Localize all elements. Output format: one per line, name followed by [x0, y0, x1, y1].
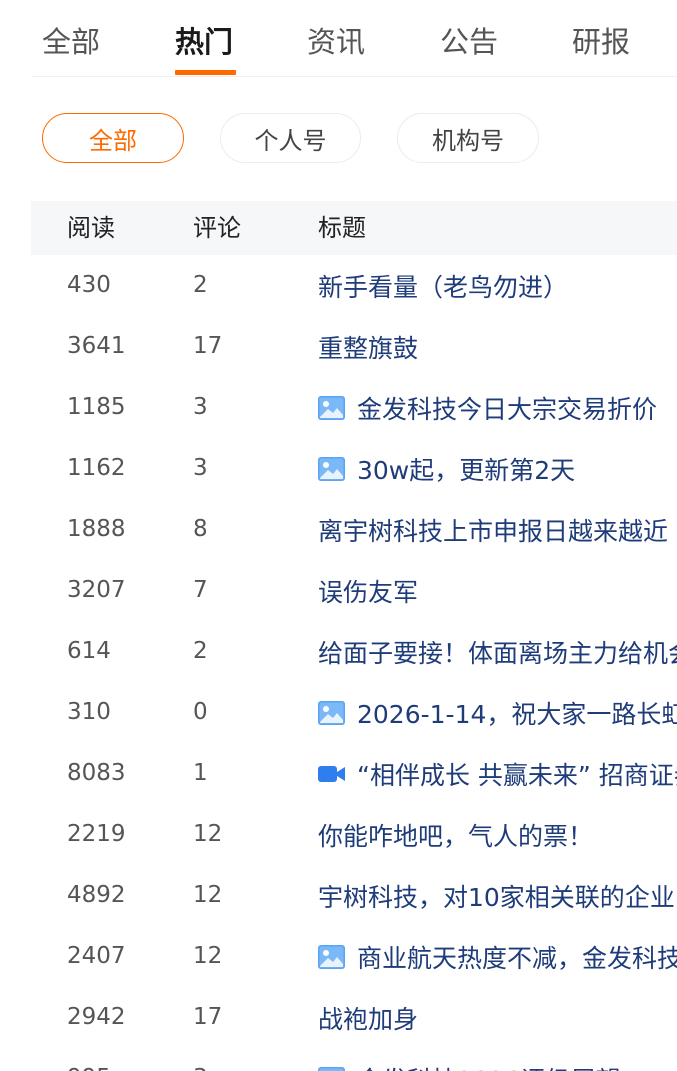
image-icon — [318, 1066, 345, 1071]
read-count: 995 — [67, 1048, 111, 1071]
read-count: 2407 — [67, 943, 126, 969]
tab-news[interactable]: 资讯 — [307, 22, 365, 62]
table-row[interactable]: 3207 7 误伤友军 — [0, 560, 677, 621]
header-title: 标题 — [318, 214, 366, 242]
active-tab-indicator — [175, 70, 236, 75]
post-title: 给面子要接！体面离场主力给机会 — [318, 638, 677, 668]
post-title: 金发科技2026评级展望 — [357, 1061, 621, 1071]
read-count: 1888 — [67, 516, 126, 542]
image-icon — [318, 395, 345, 420]
comment-count: 12 — [193, 821, 223, 847]
filter-personal-button[interactable]: 个人号 — [220, 113, 361, 163]
table-row[interactable]: 8083 1 “相伴成长 共赢未来” 招商证券 — [0, 743, 677, 804]
tab-hot[interactable]: 热门 — [175, 22, 233, 62]
table-row[interactable]: 3641 17 重整旗鼓 — [0, 316, 677, 377]
post-title-link[interactable]: 战袍加身 — [318, 987, 677, 1048]
post-title-link[interactable]: 新手看量（老鸟勿进） — [318, 255, 677, 316]
post-title: 误伤友军 — [318, 577, 419, 607]
image-icon — [318, 944, 345, 969]
video-icon — [318, 762, 345, 786]
comment-count: 3 — [193, 1048, 208, 1071]
table-row[interactable]: 1888 8 离宇树科技上市申报日越来越近 — [0, 499, 677, 560]
header-reads[interactable]: 阅读 — [67, 201, 115, 255]
comment-count: 12 — [193, 882, 223, 908]
comment-count: 0 — [193, 699, 208, 725]
comment-count: 2 — [193, 272, 208, 298]
comment-count: 7 — [193, 577, 208, 603]
table-row[interactable]: 2219 12 你能咋地吧，气人的票！ — [0, 804, 677, 865]
read-count: 310 — [67, 699, 111, 725]
table-row[interactable]: 430 2 新手看量（老鸟勿进） — [0, 255, 677, 316]
post-title: 重整旗鼓 — [318, 333, 419, 363]
hot-posts-page: 全部 热门 资讯 公告 研报 全部 个人号 机构号 阅读 评论 标题 430 2 新… — [0, 0, 677, 1071]
post-title: 宇树科技，对10家相关联的企业 — [318, 882, 675, 912]
post-title-link[interactable]: 宇树科技，对10家相关联的企业 — [318, 865, 677, 926]
post-title-link[interactable]: 给面子要接！体面离场主力给机会 — [318, 621, 677, 682]
table-row[interactable]: 995 3 金发科技2026评级展望 — [0, 1048, 677, 1071]
post-title-link[interactable]: 离宇树科技上市申报日越来越近 — [318, 499, 677, 560]
post-title-link[interactable]: 金发科技2026评级展望 — [318, 1048, 677, 1071]
header-comments[interactable]: 评论 — [193, 201, 241, 255]
table-row[interactable]: 310 0 2026-1-14，祝大家一路长虹 — [0, 682, 677, 743]
comment-count: 3 — [193, 455, 208, 481]
post-title-link[interactable]: “相伴成长 共赢未来” 招商证券 — [318, 743, 677, 804]
post-title: 2026-1-14，祝大家一路长虹 — [357, 699, 677, 729]
tab-announcements[interactable]: 公告 — [440, 22, 498, 62]
read-count: 4892 — [67, 882, 126, 908]
post-title-link[interactable]: 重整旗鼓 — [318, 316, 677, 377]
read-count: 3207 — [67, 577, 126, 603]
post-title: 30w起，更新第2天 — [357, 455, 576, 485]
image-icon — [318, 700, 345, 725]
read-count: 8083 — [67, 760, 126, 786]
filter-all-button[interactable]: 全部 — [42, 113, 184, 163]
post-title: 离宇树科技上市申报日越来越近 — [318, 516, 669, 546]
post-title-link[interactable]: 误伤友军 — [318, 560, 677, 621]
comment-count: 8 — [193, 516, 208, 542]
comment-count: 2 — [193, 638, 208, 664]
table-row[interactable]: 614 2 给面子要接！体面离场主力给机会 — [0, 621, 677, 682]
image-icon — [318, 456, 345, 481]
post-title-link[interactable]: 2026-1-14，祝大家一路长虹 — [318, 682, 677, 743]
comment-count: 1 — [193, 760, 208, 786]
read-count: 1162 — [67, 455, 126, 481]
post-title: 新手看量（老鸟勿进） — [318, 272, 569, 302]
post-title: 你能咋地吧，气人的票！ — [318, 821, 594, 851]
filter-institution-button[interactable]: 机构号 — [397, 113, 539, 163]
read-count: 3641 — [67, 333, 126, 359]
post-title-link[interactable]: 你能咋地吧，气人的票！ — [318, 804, 677, 865]
post-title: 商业航天热度不减，金发科技 — [357, 943, 677, 973]
read-count: 614 — [67, 638, 111, 664]
tab-all[interactable]: 全部 — [42, 22, 100, 62]
post-title-link[interactable]: 金发科技今日大宗交易折价 — [318, 377, 677, 438]
tab-research[interactable]: 研报 — [572, 22, 630, 62]
read-count: 1185 — [67, 394, 126, 420]
post-title: “相伴成长 共赢未来” 招商证券 — [357, 760, 677, 790]
comment-count: 3 — [193, 394, 208, 420]
tab-bar: 全部 热门 资讯 公告 研报 — [31, 0, 677, 77]
read-count: 2942 — [67, 1004, 126, 1030]
table-row[interactable]: 2407 12 商业航天热度不减，金发科技 — [0, 926, 677, 987]
read-count: 430 — [67, 272, 111, 298]
table-row[interactable]: 2942 17 战袍加身 — [0, 987, 677, 1048]
comment-count: 17 — [193, 333, 223, 359]
comment-count: 17 — [193, 1004, 223, 1030]
table-row[interactable]: 4892 12 宇树科技，对10家相关联的企业 — [0, 865, 677, 926]
post-title: 金发科技今日大宗交易折价 — [357, 394, 658, 424]
post-title-link[interactable]: 商业航天热度不减，金发科技 — [318, 926, 677, 987]
table-row[interactable]: 1162 3 30w起，更新第2天 — [0, 438, 677, 499]
table-header: 阅读 评论 标题 — [31, 201, 677, 255]
comment-count: 12 — [193, 943, 223, 969]
table-row[interactable]: 1185 3 金发科技今日大宗交易折价 — [0, 377, 677, 438]
post-title-link[interactable]: 30w起，更新第2天 — [318, 438, 677, 499]
post-title: 战袍加身 — [318, 1004, 419, 1034]
read-count: 2219 — [67, 821, 126, 847]
